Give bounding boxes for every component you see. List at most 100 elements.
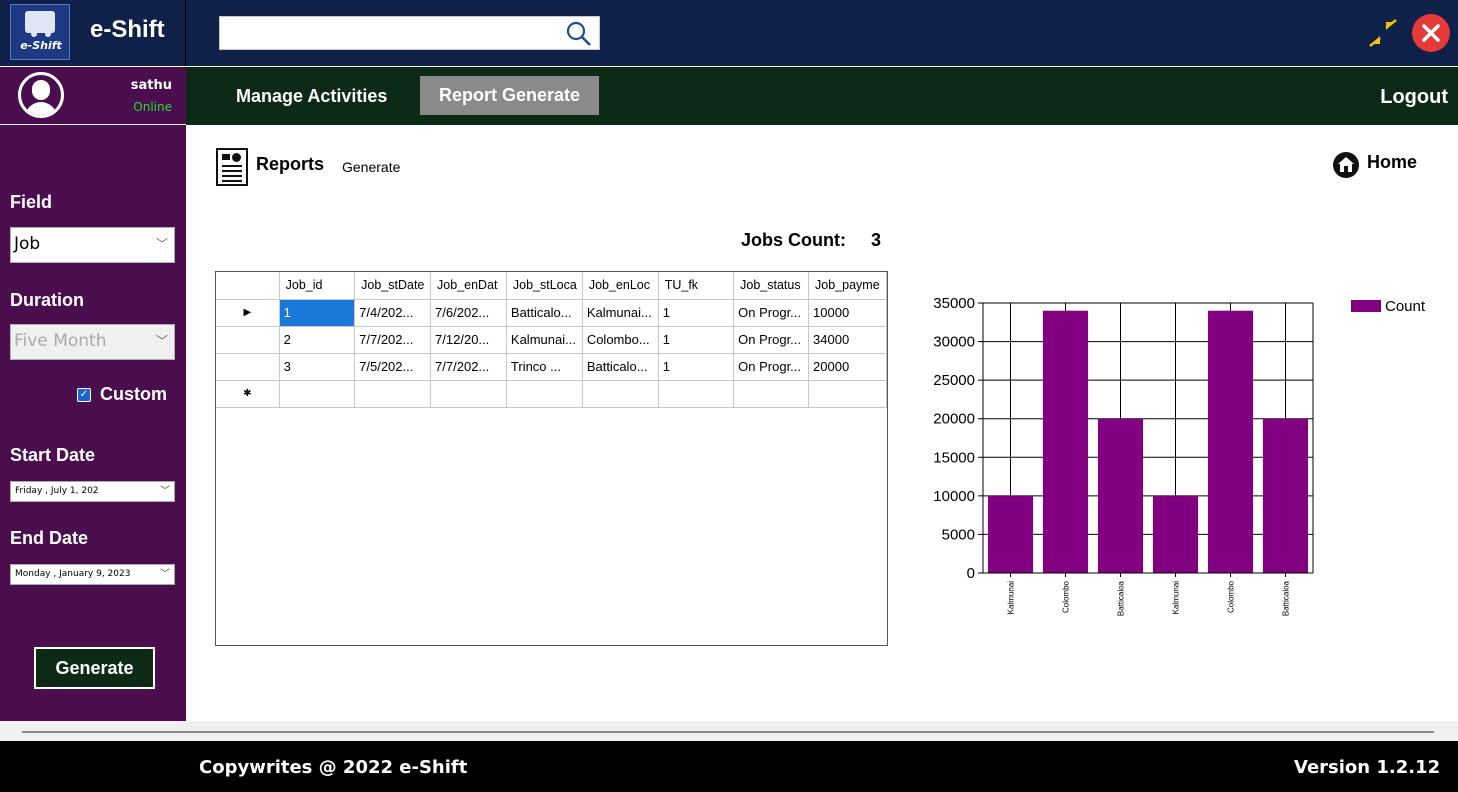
table-cell[interactable]: 1	[658, 353, 735, 381]
table-cell[interactable]: On Progr...	[733, 326, 810, 354]
table-cell[interactable]: 34000	[808, 326, 887, 354]
new-row[interactable]: ✱	[216, 380, 887, 408]
table-cell[interactable]: Batticalo...	[582, 353, 659, 381]
table-cell[interactable]: 10000	[808, 299, 887, 327]
chart-legend: Count	[1351, 298, 1426, 315]
field-select-value: Job	[14, 234, 41, 254]
table-cell[interactable]: 1	[658, 326, 735, 354]
table-cell[interactable]: 1	[658, 299, 735, 327]
table-cell[interactable]: 1	[279, 299, 356, 327]
table-cell[interactable]: Kalmunai...	[506, 326, 583, 354]
search-input[interactable]	[219, 16, 600, 50]
table-cell[interactable]: 7/12/20...	[430, 326, 507, 354]
duration-select-value: Five Month	[14, 331, 107, 351]
footer-version: Version 1.2.12	[1294, 757, 1441, 778]
start-date-picker[interactable]: Friday , July 1, 202 ﹀	[10, 481, 175, 502]
app-title: e-Shift	[90, 16, 165, 43]
table-row[interactable]: 3 7/5/202... 7/7/202... Trinco ... Batti…	[216, 353, 887, 381]
generate-button[interactable]: Generate	[34, 647, 155, 689]
table-row[interactable]: ▶ 1 7/4/202... 7/6/202... Batticalo... K…	[216, 299, 887, 327]
duration-select[interactable]: Five Month ﹀	[10, 324, 175, 360]
row-header[interactable]	[216, 326, 280, 354]
x-tick-label: Kalmunai	[1172, 581, 1181, 615]
table-cell[interactable]: Batticalo...	[506, 299, 583, 327]
table-cell[interactable]: 7/5/202...	[354, 353, 432, 381]
field-label: Field	[10, 192, 53, 212]
chevron-down-icon: ﹀	[160, 569, 170, 580]
row-selector-icon[interactable]: ▶	[216, 299, 280, 327]
end-date-label: End Date	[10, 528, 89, 548]
footer-copyright: Copywrites @ 2022 e-Shift	[199, 757, 468, 778]
bar	[1207, 310, 1254, 573]
user-name: sathu	[130, 78, 172, 93]
table-cell[interactable]: 7/7/202...	[354, 326, 432, 354]
logo-text: e-Shift	[20, 39, 62, 52]
table-cell[interactable]: 7/4/202...	[354, 299, 432, 327]
grid-header-row: Job_id Job_stDate Job_enDat Job_stLoca J…	[216, 272, 887, 300]
bar	[1097, 418, 1144, 573]
jobs-grid[interactable]: Job_id Job_stDate Job_enDat Job_stLoca J…	[215, 271, 888, 646]
logout-button[interactable]: Logout	[1360, 86, 1448, 109]
chart-y-ticks: 35000 30000 25000 20000 15000 10000 5000 0	[933, 295, 975, 582]
end-date-picker[interactable]: Monday , January 9, 2023 ﹀	[10, 564, 175, 585]
y-tick-label: 20000	[933, 411, 975, 428]
custom-label[interactable]: Custom	[100, 384, 167, 405]
row-header[interactable]	[216, 353, 280, 381]
column-header[interactable]: Job_id	[279, 272, 356, 300]
table-row[interactable]: 2 7/7/202... 7/12/20... Kalmunai... Colo…	[216, 326, 887, 354]
column-header[interactable]: Job_enLoc	[582, 272, 659, 300]
jobs-count-value: 3	[871, 230, 882, 250]
table-cell[interactable]: 7/6/202...	[430, 299, 507, 327]
table-cell[interactable]: Trinco ...	[506, 353, 583, 381]
custom-checkbox[interactable]: ✓	[77, 388, 91, 402]
bar	[1262, 418, 1309, 573]
close-icon[interactable]	[1412, 14, 1450, 52]
chevron-down-icon: ﹀	[155, 237, 168, 251]
column-header[interactable]: Job_status	[733, 272, 810, 300]
duration-label: Duration	[10, 290, 84, 310]
minimize-icon[interactable]	[1366, 18, 1400, 48]
jobs-bar-chart: 35000 30000 25000 20000 15000 10000 5000 0 Kalm…	[933, 295, 1426, 616]
table-cell[interactable]: 2	[279, 326, 356, 354]
table-cell[interactable]: On Progr...	[733, 299, 810, 327]
table-cell[interactable]: 20000	[808, 353, 887, 381]
column-header[interactable]: Job_stDate	[354, 272, 432, 300]
y-tick-label: 25000	[933, 372, 975, 389]
chevron-down-icon: ﹀	[160, 486, 170, 497]
table-cell[interactable]: 7/7/202...	[430, 353, 507, 381]
column-header[interactable]: Job_stLoca	[506, 272, 583, 300]
home-icon[interactable]	[1333, 152, 1359, 178]
x-tick-label: Batticaloa	[1282, 580, 1291, 616]
search-icon[interactable]	[564, 20, 594, 48]
grid-corner	[216, 272, 280, 300]
column-header[interactable]: Job_enDat	[430, 272, 507, 300]
bar	[1152, 495, 1199, 573]
table-cell[interactable]: Colombo...	[582, 326, 659, 354]
nav-report-generate[interactable]: Report Generate	[420, 76, 599, 115]
y-tick-label: 0	[967, 565, 975, 582]
new-row-icon[interactable]: ✱	[216, 380, 280, 408]
bar	[987, 495, 1034, 573]
table-cell[interactable]: On Progr...	[733, 353, 810, 381]
start-date-value: Friday , July 1, 202	[15, 486, 99, 496]
truck-icon	[25, 11, 55, 37]
sidebar	[0, 125, 186, 721]
table-cell[interactable]: 3	[279, 353, 356, 381]
column-header[interactable]: Job_payme	[808, 272, 887, 300]
legend-swatch	[1351, 300, 1381, 312]
page-title: Reports	[256, 154, 325, 174]
avatar	[18, 72, 64, 118]
home-link[interactable]: Home	[1367, 152, 1417, 173]
x-tick-label: Kalmunai	[1007, 581, 1016, 615]
y-tick-label: 5000	[942, 526, 975, 543]
column-header[interactable]: TU_fk	[658, 272, 735, 300]
y-tick-label: 35000	[933, 295, 975, 312]
table-cell[interactable]: Kalmunai...	[582, 299, 659, 327]
nav-manage-activities[interactable]: Manage Activities	[236, 86, 387, 107]
app-logo: e-Shift	[10, 4, 70, 60]
y-tick-label: 15000	[933, 449, 975, 466]
legend-label: Count	[1385, 298, 1426, 315]
field-select[interactable]: Job ﹀	[10, 227, 175, 263]
bar	[1042, 310, 1089, 573]
chevron-down-icon: ﹀	[155, 334, 168, 348]
